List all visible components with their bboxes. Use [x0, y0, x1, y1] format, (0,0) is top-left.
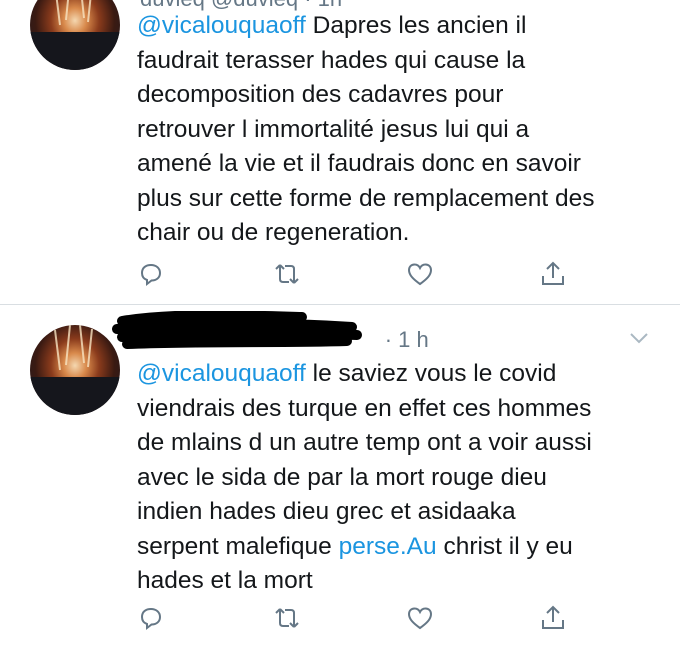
tweet-2[interactable]: duvie · 1 h @vicalouquaoff le saviez vou… [0, 305, 680, 650]
share-icon[interactable] [538, 603, 568, 633]
chevron-down-icon[interactable] [628, 327, 650, 349]
reply-icon[interactable] [136, 603, 166, 633]
mention-link[interactable]: @vicalouquaoff [137, 360, 306, 387]
tweet-time: · 1 h [384, 327, 429, 352]
retweet-icon[interactable] [272, 259, 302, 289]
like-icon[interactable] [405, 259, 435, 289]
share-icon[interactable] [538, 259, 568, 289]
tweet-1[interactable]: duvieq @duvieq · 1h @vicalouquaoff Dapre… [0, 0, 680, 305]
tweet-actions [136, 259, 576, 289]
retweet-icon[interactable] [272, 603, 302, 633]
inline-link[interactable]: perse.Au [339, 533, 437, 560]
like-icon[interactable] [405, 603, 435, 633]
avatar[interactable] [30, 0, 120, 70]
tweet-text: @vicalouquaoff le saviez vous le covid v… [137, 357, 657, 599]
reply-icon[interactable] [136, 259, 166, 289]
avatar[interactable] [30, 325, 120, 415]
mention-link[interactable]: @vicalouquaoff [137, 12, 306, 39]
tweet-text-content: Dapres les ancien il faudrait terasser h… [137, 12, 595, 246]
tweet-text: @vicalouquaoff Dapres les ancien il faud… [137, 9, 657, 251]
tweet-actions [136, 603, 576, 633]
redaction-scribble [112, 311, 362, 349]
tweet-text-content: le saviez vous le covid viendrais des tu… [137, 360, 592, 560]
